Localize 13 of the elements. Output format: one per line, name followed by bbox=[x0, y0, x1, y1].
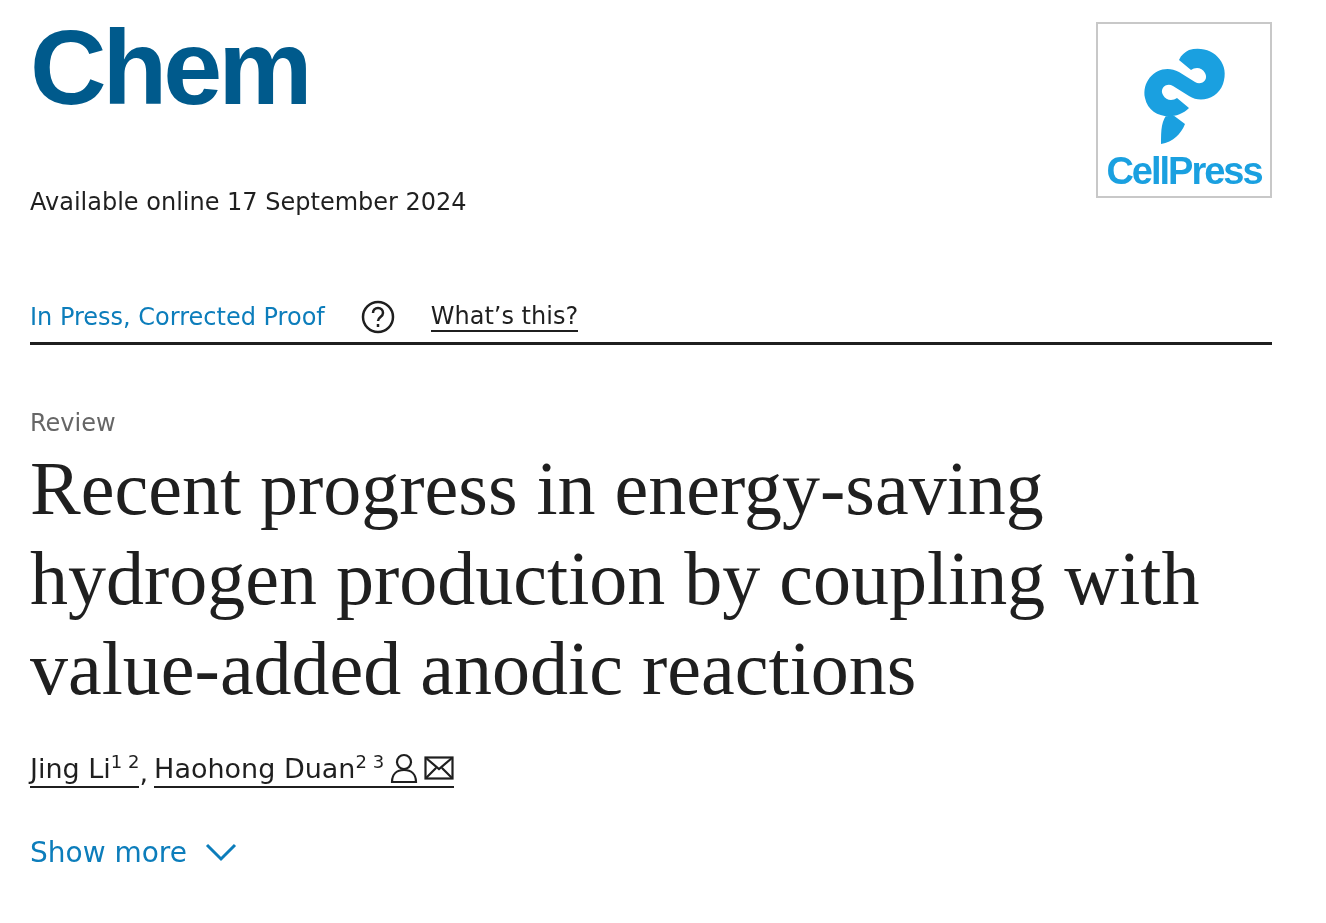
article-type: Review bbox=[30, 409, 117, 437]
chevron-down-icon bbox=[205, 842, 237, 863]
article-status: In Press, Corrected Proof bbox=[30, 303, 325, 331]
author-link[interactable]: Jing Li$^{1 2}$ bbox=[30, 751, 140, 788]
author-separator: , bbox=[139, 757, 149, 788]
show-more-button[interactable]: Show more bbox=[30, 836, 237, 869]
help-link[interactable]: What’s this? bbox=[430, 302, 579, 332]
journal-logo[interactable]: Chem bbox=[30, 14, 467, 120]
publisher-name: CellPress bbox=[1106, 152, 1262, 190]
article-title: Recent progress in energy-saving hydrogen production by coupling with value-added anodic reactions bbox=[30, 445, 1201, 712]
help-icon[interactable] bbox=[360, 300, 395, 334]
author-link[interactable]: Haohong Duan$^{2 3}$ bbox=[154, 751, 455, 788]
availability-date: Available online 17 September 2024 bbox=[30, 188, 467, 216]
